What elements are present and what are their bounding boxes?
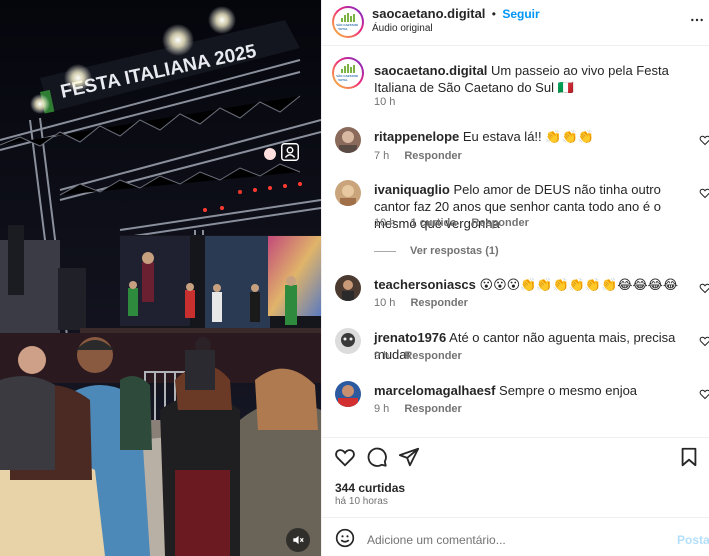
post-actions: 344 curtidas há 10 horas: [322, 437, 709, 517]
caption-avatar[interactable]: SÃO CAETANO DIGITAL: [332, 57, 364, 89]
comment-avatar[interactable]: [335, 328, 361, 354]
post-details-panel: SÃO CAETANO DIGITAL saocaetano.digital •…: [321, 0, 709, 556]
post-comment-button[interactable]: Postar: [677, 533, 709, 547]
comment-body: marcelomagalhaesf Sempre o mesmo enjoa: [374, 382, 686, 399]
replies-divider: [374, 250, 396, 252]
author-avatar[interactable]: SÃO CAETANO DIGITAL: [332, 6, 364, 38]
like-comment-heart-icon[interactable]: [699, 387, 709, 405]
comment-body: teachersoniascs 😮😮😮👏👏👏👏👏👏😂😂😂😂: [374, 276, 686, 293]
add-comment-bar: Adicione um comentário... Postar: [322, 517, 709, 556]
comment-username[interactable]: ritappenelope: [374, 129, 459, 144]
comment-avatar[interactable]: [335, 275, 361, 301]
post-header: SÃO CAETANO DIGITAL saocaetano.digital •…: [322, 0, 709, 46]
comment-avatar[interactable]: [335, 127, 361, 153]
comment-username[interactable]: marcelomagalhaesf: [374, 383, 495, 398]
share-paper-plane-icon[interactable]: [398, 446, 420, 473]
follow-button[interactable]: Seguir: [502, 7, 539, 21]
comment-text: Sempre o mesmo enjoa: [499, 383, 638, 398]
comment-bubble-icon[interactable]: [366, 446, 388, 473]
more-options-icon[interactable]: [689, 12, 705, 33]
comment-text: 😮😮😮👏👏👏👏👏👏😂😂😂😂: [479, 277, 679, 292]
comment-meta: 9 h Responder: [374, 350, 474, 362]
save-bookmark-icon[interactable]: [678, 446, 700, 473]
logo-icon: [341, 64, 355, 73]
comment-time[interactable]: 9 h: [374, 350, 389, 362]
emoji-icon[interactable]: [335, 528, 355, 553]
caption: saocaetano.digital Um passeio ao vivo pe…: [374, 62, 694, 96]
video-frame: FESTA ITALIANA 2025: [0, 0, 321, 556]
comment-avatar[interactable]: [335, 381, 361, 407]
reply-button[interactable]: Responder: [404, 403, 461, 415]
audio-link[interactable]: Áudio original: [372, 23, 433, 34]
like-comment-heart-icon[interactable]: [699, 133, 709, 151]
logo-icon: [341, 13, 355, 22]
comment-meta: 10 h 1 curtida Responder: [374, 217, 541, 229]
comment-time[interactable]: 10 h: [374, 217, 395, 229]
logo-text: SÃO CAETANO DIGITAL: [336, 74, 358, 82]
caption-meta: 10 h: [374, 96, 407, 108]
reply-button[interactable]: Responder: [410, 297, 467, 309]
likes-count[interactable]: 344 curtidas: [335, 481, 405, 495]
logo-text: SÃO CAETANO DIGITAL: [336, 23, 358, 31]
comment-input[interactable]: Adicione um comentário...: [367, 533, 506, 547]
comment-time[interactable]: 10 h: [374, 297, 395, 309]
comment-username[interactable]: jrenato1976: [374, 330, 446, 345]
comment-avatar[interactable]: [335, 180, 361, 206]
comment-username[interactable]: teachersoniascs: [374, 277, 476, 292]
comment-time[interactable]: 9 h: [374, 403, 389, 415]
view-replies-label: Ver respostas (1): [410, 245, 499, 257]
like-comment-heart-icon[interactable]: [699, 186, 709, 204]
tagged-users-icon[interactable]: [278, 140, 302, 164]
post-timestamp[interactable]: há 10 horas: [335, 496, 388, 507]
comment-meta: 9 h Responder: [374, 403, 474, 415]
comment-username[interactable]: ivaniquaglio: [374, 182, 450, 197]
comment-meta: 7 h Responder: [374, 150, 474, 162]
reply-button[interactable]: Responder: [471, 217, 528, 229]
comment-likes[interactable]: 1 curtida: [410, 217, 456, 229]
separator-dot: •: [491, 7, 496, 21]
comment-text: Eu estava lá!! 👏👏👏: [462, 129, 594, 144]
reply-button[interactable]: Responder: [404, 150, 461, 162]
post-video[interactable]: FESTA ITALIANA 2025: [0, 0, 321, 556]
comment-time[interactable]: 7 h: [374, 150, 389, 162]
like-heart-icon[interactable]: [334, 446, 356, 473]
comment-body: ritappenelope Eu estava lá!! 👏👏👏: [374, 128, 686, 145]
view-replies-button[interactable]: Ver respostas (1): [374, 245, 499, 257]
comments-list: SÃO CAETANO DIGITAL saocaetano.digital U…: [322, 47, 709, 437]
caption-username[interactable]: saocaetano.digital: [374, 63, 487, 78]
reply-button[interactable]: Responder: [404, 350, 461, 362]
like-comment-heart-icon[interactable]: [699, 334, 709, 352]
mute-audio-icon[interactable]: [286, 528, 310, 552]
like-comment-heart-icon[interactable]: [699, 281, 709, 299]
author-username[interactable]: saocaetano.digital: [372, 6, 485, 21]
caption-time[interactable]: 10 h: [374, 96, 395, 108]
comment-meta: 10 h Responder: [374, 297, 480, 309]
